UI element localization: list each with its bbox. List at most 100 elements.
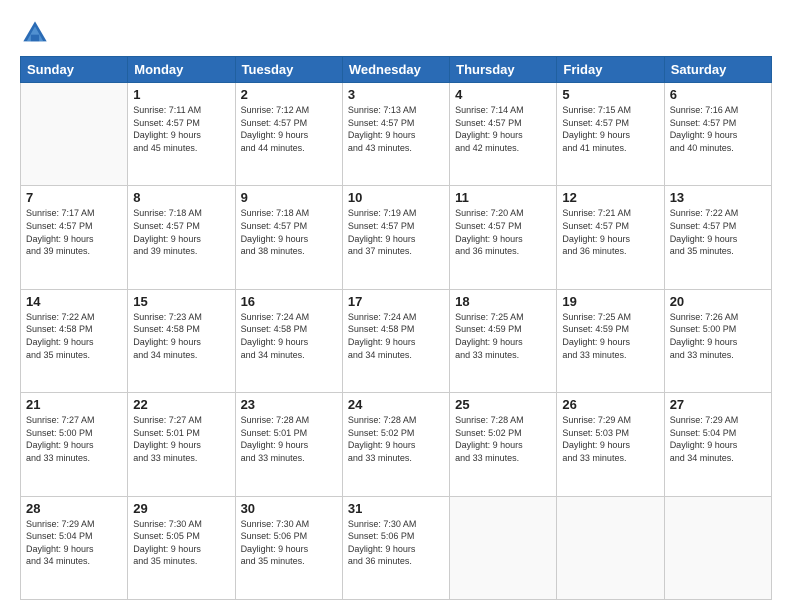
day-number: 11 bbox=[455, 190, 551, 205]
day-cell bbox=[664, 496, 771, 599]
day-cell: 29 Sunrise: 7:30 AM Sunset: 5:05 PM Dayli… bbox=[128, 496, 235, 599]
day-cell: 31 Sunrise: 7:30 AM Sunset: 5:06 PM Dayli… bbox=[342, 496, 449, 599]
day-cell: 6 Sunrise: 7:16 AM Sunset: 4:57 PM Daylig… bbox=[664, 83, 771, 186]
day-info: Sunrise: 7:27 AM Sunset: 5:00 PM Dayligh… bbox=[26, 414, 122, 464]
day-number: 28 bbox=[26, 501, 122, 516]
day-info: Sunrise: 7:28 AM Sunset: 5:02 PM Dayligh… bbox=[348, 414, 444, 464]
logo bbox=[20, 18, 54, 48]
day-cell: 3 Sunrise: 7:13 AM Sunset: 4:57 PM Daylig… bbox=[342, 83, 449, 186]
day-cell: 12Sunrise: 7:21 AM Sunset: 4:57 PM Dayli… bbox=[557, 186, 664, 289]
header bbox=[20, 18, 772, 48]
day-info: Sunrise: 7:29 AM Sunset: 5:04 PM Dayligh… bbox=[26, 518, 122, 568]
day-number: 22 bbox=[133, 397, 229, 412]
day-info: Sunrise: 7:25 AM Sunset: 4:59 PM Dayligh… bbox=[562, 311, 658, 361]
day-info: Sunrise: 7:12 AM Sunset: 4:57 PM Dayligh… bbox=[241, 104, 337, 154]
weekday-header-monday: Monday bbox=[128, 57, 235, 83]
day-number: 17 bbox=[348, 294, 444, 309]
day-info: Sunrise: 7:11 AM Sunset: 4:57 PM Dayligh… bbox=[133, 104, 229, 154]
day-cell: 4 Sunrise: 7:14 AM Sunset: 4:57 PM Daylig… bbox=[450, 83, 557, 186]
day-number: 23 bbox=[241, 397, 337, 412]
day-cell: 18 Sunrise: 7:25 AM Sunset: 4:59 PM Dayli… bbox=[450, 289, 557, 392]
logo-icon bbox=[20, 18, 50, 48]
day-number: 5 bbox=[562, 87, 658, 102]
day-number: 2 bbox=[241, 87, 337, 102]
day-info: Sunrise: 7:30 AM Sunset: 5:06 PM Dayligh… bbox=[241, 518, 337, 568]
day-info: Sunrise: 7:23 AM Sunset: 4:58 PM Dayligh… bbox=[133, 311, 229, 361]
day-cell: 21 Sunrise: 7:27 AM Sunset: 5:00 PM Dayli… bbox=[21, 393, 128, 496]
weekday-header-thursday: Thursday bbox=[450, 57, 557, 83]
day-info: Sunrise: 7:29 AM Sunset: 5:04 PM Dayligh… bbox=[670, 414, 766, 464]
week-row-5: 28 Sunrise: 7:29 AM Sunset: 5:04 PM Dayli… bbox=[21, 496, 772, 599]
day-info: Sunrise: 7:22 AM Sunset: 4:57 PM Dayligh… bbox=[670, 207, 766, 257]
day-number: 3 bbox=[348, 87, 444, 102]
day-number: 20 bbox=[670, 294, 766, 309]
day-cell: 16Sunrise: 7:24 AM Sunset: 4:58 PM Dayli… bbox=[235, 289, 342, 392]
day-number: 1 bbox=[133, 87, 229, 102]
day-cell bbox=[21, 83, 128, 186]
day-info: Sunrise: 7:24 AM Sunset: 4:58 PM Dayligh… bbox=[241, 311, 337, 361]
day-number: 13 bbox=[670, 190, 766, 205]
day-number: 26 bbox=[562, 397, 658, 412]
day-info: Sunrise: 7:13 AM Sunset: 4:57 PM Dayligh… bbox=[348, 104, 444, 154]
day-info: Sunrise: 7:27 AM Sunset: 5:01 PM Dayligh… bbox=[133, 414, 229, 464]
day-number: 29 bbox=[133, 501, 229, 516]
day-cell: 24 Sunrise: 7:28 AM Sunset: 5:02 PM Dayli… bbox=[342, 393, 449, 496]
week-row-2: 7Sunrise: 7:17 AM Sunset: 4:57 PM Daylig… bbox=[21, 186, 772, 289]
calendar-table: SundayMondayTuesdayWednesdayThursdayFrid… bbox=[20, 56, 772, 600]
page: SundayMondayTuesdayWednesdayThursdayFrid… bbox=[0, 0, 792, 612]
week-row-4: 21 Sunrise: 7:27 AM Sunset: 5:00 PM Dayli… bbox=[21, 393, 772, 496]
day-cell: 1 Sunrise: 7:11 AM Sunset: 4:57 PM Daylig… bbox=[128, 83, 235, 186]
day-info: Sunrise: 7:25 AM Sunset: 4:59 PM Dayligh… bbox=[455, 311, 551, 361]
day-info: Sunrise: 7:15 AM Sunset: 4:57 PM Dayligh… bbox=[562, 104, 658, 154]
day-number: 31 bbox=[348, 501, 444, 516]
day-number: 4 bbox=[455, 87, 551, 102]
day-cell: 23Sunrise: 7:28 AM Sunset: 5:01 PM Dayli… bbox=[235, 393, 342, 496]
day-cell: 17 Sunrise: 7:24 AM Sunset: 4:58 PM Dayli… bbox=[342, 289, 449, 392]
weekday-header-tuesday: Tuesday bbox=[235, 57, 342, 83]
day-number: 30 bbox=[241, 501, 337, 516]
day-cell: 9Sunrise: 7:18 AM Sunset: 4:57 PM Daylig… bbox=[235, 186, 342, 289]
day-info: Sunrise: 7:28 AM Sunset: 5:02 PM Dayligh… bbox=[455, 414, 551, 464]
day-info: Sunrise: 7:30 AM Sunset: 5:06 PM Dayligh… bbox=[348, 518, 444, 568]
day-number: 15 bbox=[133, 294, 229, 309]
day-info: Sunrise: 7:16 AM Sunset: 4:57 PM Dayligh… bbox=[670, 104, 766, 154]
day-number: 14 bbox=[26, 294, 122, 309]
weekday-header-row: SundayMondayTuesdayWednesdayThursdayFrid… bbox=[21, 57, 772, 83]
day-cell: 27Sunrise: 7:29 AM Sunset: 5:04 PM Dayli… bbox=[664, 393, 771, 496]
week-row-3: 14 Sunrise: 7:22 AM Sunset: 4:58 PM Dayli… bbox=[21, 289, 772, 392]
day-info: Sunrise: 7:20 AM Sunset: 4:57 PM Dayligh… bbox=[455, 207, 551, 257]
day-cell: 7Sunrise: 7:17 AM Sunset: 4:57 PM Daylig… bbox=[21, 186, 128, 289]
day-number: 8 bbox=[133, 190, 229, 205]
day-info: Sunrise: 7:19 AM Sunset: 4:57 PM Dayligh… bbox=[348, 207, 444, 257]
day-info: Sunrise: 7:30 AM Sunset: 5:05 PM Dayligh… bbox=[133, 518, 229, 568]
day-cell bbox=[557, 496, 664, 599]
day-cell: 11 Sunrise: 7:20 AM Sunset: 4:57 PM Dayli… bbox=[450, 186, 557, 289]
day-info: Sunrise: 7:26 AM Sunset: 5:00 PM Dayligh… bbox=[670, 311, 766, 361]
day-info: Sunrise: 7:22 AM Sunset: 4:58 PM Dayligh… bbox=[26, 311, 122, 361]
day-cell: 5 Sunrise: 7:15 AM Sunset: 4:57 PM Daylig… bbox=[557, 83, 664, 186]
day-cell: 28 Sunrise: 7:29 AM Sunset: 5:04 PM Dayli… bbox=[21, 496, 128, 599]
day-cell bbox=[450, 496, 557, 599]
day-info: Sunrise: 7:21 AM Sunset: 4:57 PM Dayligh… bbox=[562, 207, 658, 257]
day-cell: 8 Sunrise: 7:18 AM Sunset: 4:57 PM Daylig… bbox=[128, 186, 235, 289]
weekday-header-saturday: Saturday bbox=[664, 57, 771, 83]
day-number: 18 bbox=[455, 294, 551, 309]
weekday-header-wednesday: Wednesday bbox=[342, 57, 449, 83]
day-cell: 25 Sunrise: 7:28 AM Sunset: 5:02 PM Dayli… bbox=[450, 393, 557, 496]
day-cell: 22 Sunrise: 7:27 AM Sunset: 5:01 PM Dayli… bbox=[128, 393, 235, 496]
day-cell: 19Sunrise: 7:25 AM Sunset: 4:59 PM Dayli… bbox=[557, 289, 664, 392]
day-number: 21 bbox=[26, 397, 122, 412]
day-cell: 26 Sunrise: 7:29 AM Sunset: 5:03 PM Dayli… bbox=[557, 393, 664, 496]
weekday-header-sunday: Sunday bbox=[21, 57, 128, 83]
day-number: 6 bbox=[670, 87, 766, 102]
day-info: Sunrise: 7:18 AM Sunset: 4:57 PM Dayligh… bbox=[133, 207, 229, 257]
day-number: 25 bbox=[455, 397, 551, 412]
day-cell: 10 Sunrise: 7:19 AM Sunset: 4:57 PM Dayli… bbox=[342, 186, 449, 289]
day-number: 10 bbox=[348, 190, 444, 205]
day-info: Sunrise: 7:29 AM Sunset: 5:03 PM Dayligh… bbox=[562, 414, 658, 464]
day-cell: 20 Sunrise: 7:26 AM Sunset: 5:00 PM Dayli… bbox=[664, 289, 771, 392]
day-number: 24 bbox=[348, 397, 444, 412]
day-info: Sunrise: 7:24 AM Sunset: 4:58 PM Dayligh… bbox=[348, 311, 444, 361]
weekday-header-friday: Friday bbox=[557, 57, 664, 83]
day-info: Sunrise: 7:14 AM Sunset: 4:57 PM Dayligh… bbox=[455, 104, 551, 154]
